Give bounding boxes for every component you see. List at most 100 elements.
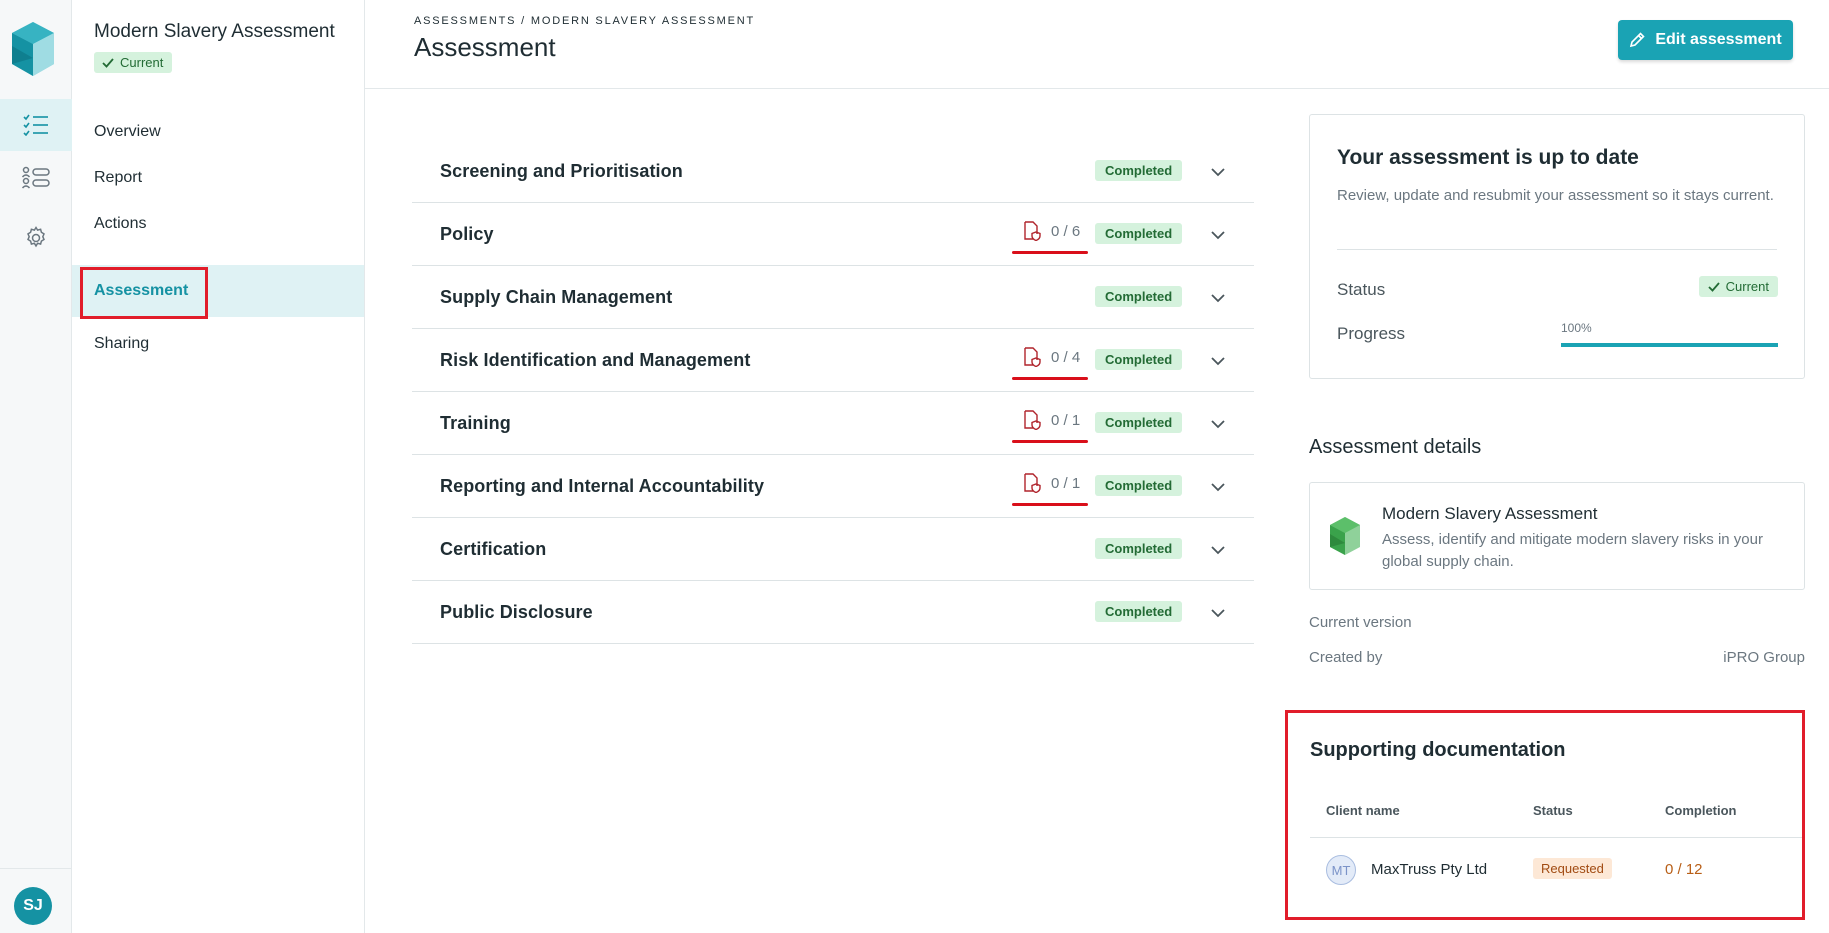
status-badge: Completed: [1095, 286, 1183, 307]
chevron-down-icon[interactable]: [1208, 162, 1228, 182]
chevron-down-icon[interactable]: [1208, 351, 1228, 371]
status-card-title: Your assessment is up to date: [1337, 146, 1639, 169]
column-header-completion: Completion: [1665, 803, 1737, 818]
document-count-label: 0 / 4: [1051, 348, 1081, 366]
chevron-down-icon[interactable]: [1208, 477, 1228, 497]
client-name[interactable]: MaxTruss Pty Ltd: [1371, 861, 1487, 878]
status-badge: Completed: [1095, 601, 1183, 622]
icon-rail: SJ: [0, 0, 72, 933]
divider: [1337, 249, 1777, 250]
document-shield-icon: [1024, 410, 1041, 430]
section-title: Certification: [440, 539, 547, 559]
assessment-details-card[interactable]: Modern Slavery Assessment Assess, identi…: [1309, 482, 1805, 590]
status-badge-label: Current: [120, 55, 164, 70]
chevron-down-icon[interactable]: [1208, 603, 1228, 623]
subnav-item-overview[interactable]: Overview: [72, 106, 364, 158]
progress-label: Progress: [1337, 324, 1406, 343]
subnav-item-report[interactable]: Report: [72, 152, 364, 204]
divider: [1310, 837, 1802, 838]
current-version-label: Current version: [1309, 614, 1412, 631]
chevron-down-icon[interactable]: [1208, 414, 1228, 434]
section-title: Training: [440, 413, 511, 433]
subnav-item-label: Sharing: [94, 335, 150, 352]
people-nav-icon[interactable]: [0, 152, 72, 204]
gear-icon: [27, 226, 45, 248]
edit-assessment-label: Edit assessment: [1655, 31, 1782, 48]
section-row-public-disclosure[interactable]: Public Disclosure Completed: [412, 581, 1254, 644]
red-underline-annotation: [1012, 440, 1088, 443]
section-row-reporting[interactable]: Reporting and Internal Accountability 0 …: [412, 455, 1254, 518]
column-header-client: Client name: [1326, 803, 1400, 818]
section-row-training[interactable]: Training 0 / 1 Completed: [412, 392, 1254, 455]
edit-assessment-button[interactable]: Edit assessment: [1618, 20, 1793, 60]
progress-bar: [1561, 343, 1778, 347]
status-badge: Completed: [1095, 412, 1183, 433]
section-row-screening[interactable]: Screening and Prioritisation Completed: [412, 140, 1254, 203]
status-badge: Completed: [1095, 538, 1183, 559]
document-count[interactable]: 0 / 6: [1012, 221, 1088, 254]
details-description: Assess, identify and mitigate modern sla…: [1382, 531, 1763, 570]
chevron-down-icon[interactable]: [1208, 540, 1228, 560]
status-card-description: Review, update and resubmit your assessm…: [1337, 187, 1774, 204]
document-count-label: 0 / 1: [1051, 474, 1081, 492]
document-count[interactable]: 0 / 4: [1012, 347, 1088, 380]
assessment-logo-icon: [1330, 517, 1360, 555]
document-count[interactable]: 0 / 1: [1012, 473, 1088, 506]
checklist-icon: [23, 114, 48, 136]
subnav-item-assessment[interactable]: Assessment: [72, 265, 364, 319]
document-count-label: 0 / 1: [1051, 411, 1081, 429]
check-icon: [102, 57, 114, 68]
supporting-documentation-panel: Supporting documentation Client name Sta…: [1285, 710, 1805, 920]
assessment-sections: Screening and Prioritisation Completed P…: [412, 140, 1254, 644]
brand-logo-icon[interactable]: [12, 22, 54, 76]
section-row-supply-chain[interactable]: Supply Chain Management Completed: [412, 266, 1254, 329]
section-title: Public Disclosure: [440, 602, 593, 622]
status-badge: Completed: [1095, 475, 1183, 496]
user-avatar[interactable]: SJ: [14, 887, 52, 925]
details-assessment-name: Modern Slavery Assessment: [1382, 504, 1598, 523]
subnav-item-label: Assessment: [94, 282, 189, 299]
document-count[interactable]: 0 / 1: [1012, 410, 1088, 443]
assessment-name: Modern Slavery Assessment: [94, 21, 335, 42]
status-badge-label: Current: [1725, 279, 1769, 294]
pencil-icon: [1630, 32, 1645, 48]
settings-nav-icon[interactable]: [0, 212, 72, 264]
breadcrumb[interactable]: ASSESSMENTS / MODERN SLAVERY ASSESSMENT: [414, 15, 755, 27]
supporting-heading: Supporting documentation: [1310, 739, 1566, 761]
section-title: Risk Identification and Management: [440, 350, 751, 370]
section-title: Policy: [440, 224, 494, 244]
chevron-down-icon[interactable]: [1208, 225, 1228, 245]
document-count-label: 0 / 6: [1051, 222, 1081, 240]
document-shield-icon: [1024, 473, 1041, 493]
red-underline-annotation: [1012, 503, 1088, 506]
document-shield-icon: [1024, 221, 1041, 241]
section-title: Screening and Prioritisation: [440, 161, 683, 181]
status-badge: Completed: [1095, 160, 1183, 181]
status-label: Status: [1337, 280, 1386, 299]
chevron-down-icon[interactable]: [1208, 288, 1228, 308]
assessments-nav-icon[interactable]: [0, 99, 72, 151]
people-list-icon: [22, 166, 50, 189]
section-row-certification[interactable]: Certification Completed: [412, 518, 1254, 581]
progress-bar-fill: [1561, 343, 1778, 347]
check-icon: [1708, 281, 1720, 292]
status-badge: Current: [94, 52, 173, 73]
red-underline-annotation: [1012, 377, 1088, 380]
completion-value: 0 / 12: [1665, 861, 1703, 878]
created-by-value: iPRO Group: [1723, 649, 1805, 666]
subnav-item-label: Report: [94, 169, 143, 186]
details-heading: Assessment details: [1309, 436, 1482, 458]
column-header-status: Status: [1533, 803, 1573, 818]
section-row-risk-identification[interactable]: Risk Identification and Management 0 / 4…: [412, 329, 1254, 392]
page-title: Assessment: [414, 32, 556, 62]
subnav-item-actions[interactable]: Actions: [72, 198, 364, 250]
status-badge: Completed: [1095, 349, 1183, 370]
section-title: Reporting and Internal Accountability: [440, 476, 765, 496]
created-by-label: Created by: [1309, 649, 1383, 666]
status-badge: Current: [1698, 276, 1778, 297]
subnav-item-sharing[interactable]: Sharing: [72, 318, 364, 370]
section-row-policy[interactable]: Policy 0 / 6 Completed: [412, 203, 1254, 266]
page-header: ASSESSMENTS / MODERN SLAVERY ASSESSMENT …: [365, 0, 1829, 89]
red-underline-annotation: [1012, 251, 1088, 254]
subnav-item-label: Overview: [94, 123, 161, 140]
